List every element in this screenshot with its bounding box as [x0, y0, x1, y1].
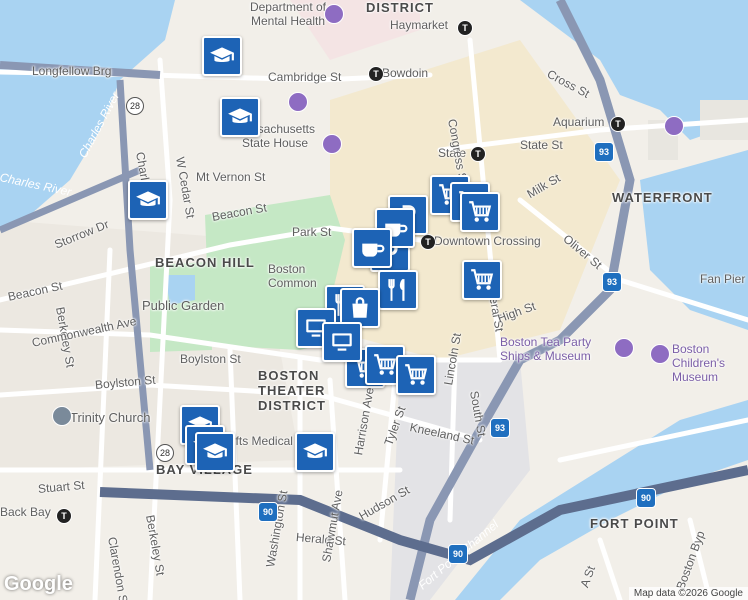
school-marker[interactable] [295, 432, 335, 472]
transit-bowdoin-icon[interactable]: T [368, 66, 384, 82]
route-shield-icon: 28 [156, 444, 174, 462]
school-marker[interactable] [195, 432, 235, 472]
coffee-icon [359, 235, 385, 261]
transit-back-bay-icon[interactable]: T [56, 508, 72, 524]
cafe-marker[interactable] [352, 228, 392, 268]
library-marker[interactable] [322, 322, 362, 362]
map-attribution[interactable]: Map data ©2026 Google [628, 587, 748, 600]
school-marker[interactable] [128, 180, 168, 220]
graduation-cap-icon [135, 187, 161, 213]
childrens-museum-icon[interactable] [650, 344, 670, 364]
state-house-icon[interactable] [322, 134, 342, 154]
aquarium-icon[interactable] [664, 116, 684, 136]
graduation-cap-icon [202, 439, 228, 465]
highway-shield-icon: 90 [448, 544, 468, 564]
restaurant-marker[interactable] [378, 270, 418, 310]
shopping-cart-icon [469, 267, 495, 293]
shopping-bag-icon [347, 295, 373, 321]
route-shield-icon: 28 [126, 97, 144, 115]
school-marker[interactable] [220, 97, 260, 137]
school-marker[interactable] [202, 36, 242, 76]
highway-shield-icon: 93 [594, 142, 614, 162]
grocery-marker[interactable] [460, 192, 500, 232]
shopping-cart-icon [403, 362, 429, 388]
transit-haymarket-icon[interactable]: T [457, 20, 473, 36]
highway-shield-icon: 93 [490, 418, 510, 438]
grocery-marker[interactable] [396, 355, 436, 395]
shopping-cart-icon [467, 199, 493, 225]
graduation-cap-icon [227, 104, 253, 130]
highway-shield-icon: 90 [636, 488, 656, 508]
highway-shield-icon: 93 [602, 272, 622, 292]
computer-icon [329, 329, 355, 355]
graduation-cap-icon [209, 43, 235, 69]
transit-state-icon[interactable]: T [470, 146, 486, 162]
tea-party-museum-icon[interactable] [614, 338, 634, 358]
fork-knife-icon [385, 277, 411, 303]
church-icon[interactable] [52, 406, 72, 426]
google-logo: Google [4, 573, 73, 595]
shopping-cart-icon [372, 352, 398, 378]
transit-downtown-crossing-icon[interactable]: T [420, 234, 436, 250]
government-building-icon[interactable] [324, 4, 344, 24]
transit-aquarium-icon[interactable]: T [610, 116, 626, 132]
grocery-marker[interactable] [462, 260, 502, 300]
highway-shield-icon: 90 [258, 502, 278, 522]
graduation-cap-icon [302, 439, 328, 465]
museum-icon[interactable] [288, 92, 308, 112]
map-viewport[interactable]: Department of Mental Health DISTRICT Hay… [0, 0, 748, 600]
